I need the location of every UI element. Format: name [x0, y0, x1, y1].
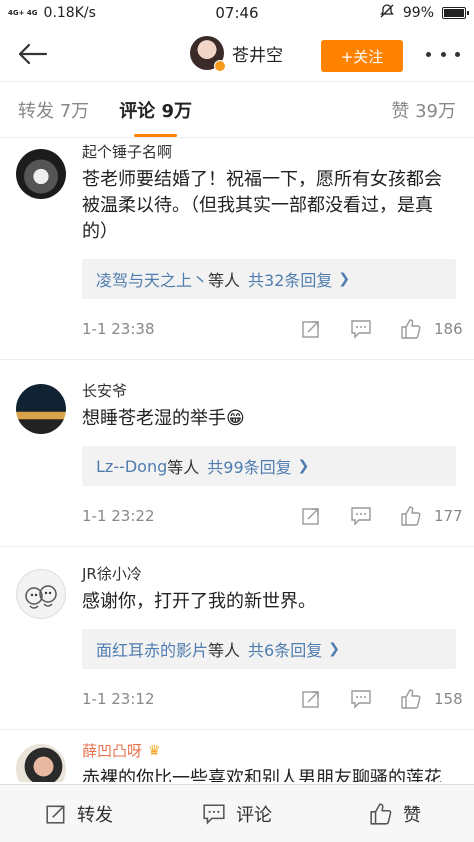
- comment-icon[interactable]: [350, 318, 372, 340]
- commenter-name[interactable]: JR徐小冷: [82, 563, 456, 585]
- like-count: 177: [434, 507, 463, 525]
- avatar[interactable]: [16, 744, 66, 782]
- avatar[interactable]: [190, 36, 226, 72]
- like-label: 赞: [403, 804, 421, 826]
- replies-summary[interactable]: 面红耳赤的影片 等人 共6条回复 ❯: [82, 629, 456, 669]
- comment-icon: [203, 804, 225, 825]
- network-speed: 0.18K/s: [43, 5, 96, 21]
- like-button[interactable]: 158: [400, 688, 463, 710]
- repost-icon: [46, 805, 65, 824]
- avatar[interactable]: [16, 569, 66, 619]
- bottom-action-bar: 转发 评论 赞: [0, 784, 474, 842]
- reply-users[interactable]: 凌驾与天之上丶: [96, 267, 208, 291]
- commenter-name[interactable]: 起个锤子名啊: [82, 141, 456, 163]
- thumbs-up-icon: [401, 506, 421, 526]
- cartoon-avatar-icon: [25, 585, 57, 609]
- reply-count[interactable]: 共99条回复: [207, 454, 291, 478]
- comment-text: 想睡苍老湿的举手😁: [82, 408, 245, 429]
- reply-mid: 等人: [208, 271, 241, 290]
- follow-button[interactable]: +关注: [321, 40, 403, 72]
- reply-users[interactable]: Lz--Dong: [96, 457, 167, 476]
- repost-icon[interactable]: [300, 505, 322, 527]
- comment-button[interactable]: 评论: [158, 785, 316, 842]
- thumbs-up-icon: [401, 689, 421, 709]
- reply-count[interactable]: 共32条回复: [248, 267, 332, 291]
- silent-icon: [379, 3, 395, 23]
- comment-icon[interactable]: [350, 505, 372, 527]
- like-button[interactable]: 177: [400, 505, 463, 527]
- thumbs-up-icon: [370, 802, 392, 825]
- nav-bar: 苍井空 +关注: [0, 26, 474, 82]
- network-indicator: 4G+ 4G: [8, 9, 38, 17]
- replies-summary[interactable]: 凌驾与天之上丶 等人 共32条回复 ❯: [82, 259, 456, 299]
- thumbs-up-icon: [401, 319, 421, 339]
- comment-text: 苍老师要结婚了！祝福一下，愿所有女孩都会被温柔以待。（但我其实一部都没看过，是真…: [82, 169, 442, 242]
- like-count: 186: [434, 320, 463, 338]
- like-post-button[interactable]: 赞: [316, 785, 474, 842]
- reply-mid: 等人: [208, 641, 241, 660]
- repost-icon[interactable]: [300, 318, 322, 340]
- comment-list: 起个锤子名啊 苍老师要结婚了！祝福一下，愿所有女孩都会被温柔以待。（但我其实一部…: [0, 139, 474, 782]
- tab-comments[interactable]: 评论 9万: [119, 97, 192, 137]
- repost-label: 转发: [77, 804, 113, 826]
- commenter-name[interactable]: 薛凹凸呀: [82, 740, 142, 762]
- comment-item: 薛凹凸呀 ♛ 赤裸的你比一些喜欢和别人男朋友聊骚的莲花婊好太多了，你值得尊重❤️: [0, 730, 474, 782]
- verified-badge-icon: [214, 60, 226, 72]
- comment-item: 长安爷 想睡苍老湿的举手😁 Lz--Dong 等人 共99条回复 ❯ 1-1 2…: [0, 360, 474, 547]
- battery-icon: [442, 7, 469, 19]
- comment-text: 赤裸的你比一些喜欢和别人男朋友聊骚的莲花婊好太多了，你值得尊重❤️: [82, 768, 442, 782]
- comment-icon[interactable]: [350, 688, 372, 710]
- author-info[interactable]: 苍井空: [190, 36, 283, 72]
- back-arrow-icon: [18, 43, 48, 64]
- status-bar: 4G+ 4G 0.18K/s 07:46 99%: [0, 0, 474, 26]
- comment-footer: 1-1 23:22 177: [82, 486, 463, 546]
- repost-button[interactable]: 转发: [0, 785, 158, 842]
- comment-text: 感谢你，打开了我的新世界。: [82, 591, 316, 612]
- repost-icon[interactable]: [300, 688, 322, 710]
- like-count: 158: [434, 690, 463, 708]
- comment-label: 评论: [236, 804, 272, 826]
- battery-percent: 99%: [402, 5, 434, 21]
- more-options-icon[interactable]: [426, 42, 460, 66]
- like-button[interactable]: 186: [400, 318, 463, 340]
- commenter-name-row: 薛凹凸呀 ♛: [82, 740, 456, 762]
- tab-reposts[interactable]: 转发 7万: [18, 97, 89, 123]
- back-button[interactable]: [12, 34, 52, 74]
- replies-summary[interactable]: Lz--Dong 等人 共99条回复 ❯: [82, 446, 456, 486]
- chevron-right-icon: ❯: [338, 271, 351, 287]
- avatar[interactable]: [16, 384, 66, 434]
- chevron-right-icon: ❯: [328, 641, 340, 657]
- reply-count[interactable]: 共6条回复: [248, 637, 322, 661]
- comment-footer: 1-1 23:38 186: [82, 299, 463, 359]
- commenter-name[interactable]: 长安爷: [82, 380, 456, 402]
- crown-icon: ♛: [148, 743, 161, 759]
- author-name[interactable]: 苍井空: [232, 41, 283, 66]
- reply-users[interactable]: 面红耳赤的影片: [96, 637, 208, 661]
- tab-bar: 转发 7万 评论 9万 赞 39万: [0, 82, 474, 138]
- comment-item: 起个锤子名啊 苍老师要结婚了！祝福一下，愿所有女孩都会被温柔以待。（但我其实一部…: [0, 139, 474, 360]
- battery-fill: [444, 9, 464, 17]
- comment-footer: 1-1 23:12 158: [82, 669, 463, 729]
- reply-mid: 等人: [167, 458, 200, 477]
- tab-likes[interactable]: 赞 39万: [391, 97, 456, 123]
- comment-item: JR徐小冷 感谢你，打开了我的新世界。 面红耳赤的影片 等人 共6条回复 ❯ 1…: [0, 547, 474, 730]
- avatar[interactable]: [16, 149, 66, 199]
- chevron-right-icon: ❯: [297, 458, 310, 474]
